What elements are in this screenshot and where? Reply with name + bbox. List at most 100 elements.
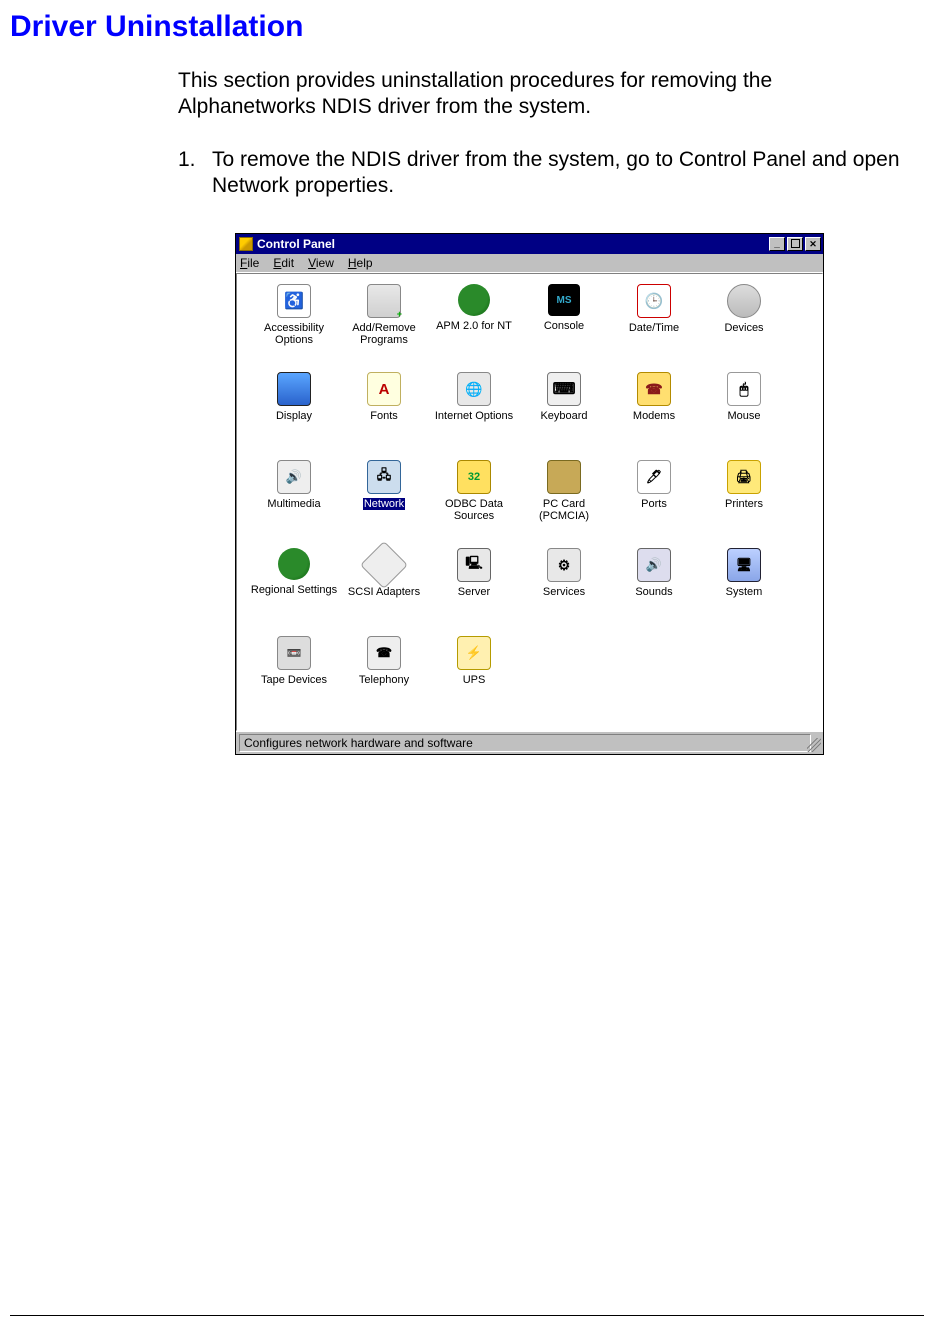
step-1: 1. To remove the NDIS driver from the sy…: [178, 147, 904, 200]
close-button[interactable]: [805, 237, 821, 251]
cp-item-label: Multimedia: [267, 498, 320, 510]
cp-item-services[interactable]: Services: [519, 548, 609, 636]
control-panel-statusbar: Configures network hardware and software: [236, 731, 823, 754]
scsi-adapters-icon: [360, 541, 408, 589]
system-icon: [727, 548, 761, 582]
cp-item-pc-card-pcmcia[interactable]: PC Card (PCMCIA): [519, 460, 609, 548]
minimize-button[interactable]: [769, 237, 785, 251]
keyboard-icon: [547, 372, 581, 406]
date-time-icon: [637, 284, 671, 318]
cp-item-printers[interactable]: Printers: [699, 460, 789, 548]
accessibility-options-icon: [277, 284, 311, 318]
devices-icon: [727, 284, 761, 318]
menu-file[interactable]: File: [240, 256, 259, 270]
cp-item-label: Devices: [724, 322, 763, 334]
cp-item-scsi-adapters[interactable]: SCSI Adapters: [339, 548, 429, 636]
cp-item-label: Tape Devices: [261, 674, 327, 686]
cp-item-label: Add/Remove Programs: [339, 322, 429, 346]
services-icon: [547, 548, 581, 582]
cp-item-label: Fonts: [370, 410, 398, 422]
regional-settings-icon: [278, 548, 310, 580]
menu-help[interactable]: Help: [348, 256, 373, 270]
cp-item-label: Display: [276, 410, 312, 422]
control-panel-menubar[interactable]: File Edit View Help: [236, 254, 823, 273]
mouse-icon: [727, 372, 761, 406]
cp-item-label: PC Card (PCMCIA): [519, 498, 609, 522]
cp-item-label: Network: [363, 498, 405, 510]
cp-item-mouse[interactable]: Mouse: [699, 372, 789, 460]
cp-item-display[interactable]: Display: [249, 372, 339, 460]
cp-item-tape-devices[interactable]: Tape Devices: [249, 636, 339, 724]
display-icon: [277, 372, 311, 406]
sounds-icon: [637, 548, 671, 582]
cp-item-label: Keyboard: [540, 410, 587, 422]
cp-item-label: APM 2.0 for NT: [436, 320, 512, 332]
console-icon: [548, 284, 580, 316]
step-1-number: 1.: [178, 147, 212, 200]
control-panel-sys-icon[interactable]: [239, 237, 253, 251]
telephony-icon: [367, 636, 401, 670]
cp-item-date-time[interactable]: Date/Time: [609, 284, 699, 372]
cp-item-label: Date/Time: [629, 322, 679, 334]
control-panel-body[interactable]: Accessibility OptionsAdd/Remove Programs…: [236, 273, 823, 731]
network-icon: [367, 460, 401, 494]
cp-item-multimedia[interactable]: Multimedia: [249, 460, 339, 548]
cp-item-label: Telephony: [359, 674, 409, 686]
internet-options-icon: [457, 372, 491, 406]
cp-item-label: Console: [544, 320, 584, 332]
menu-edit[interactable]: Edit: [273, 256, 294, 270]
ups-icon: [457, 636, 491, 670]
cp-item-ports[interactable]: Ports: [609, 460, 699, 548]
cp-item-label: Regional Settings: [251, 584, 337, 596]
page-footer-rule: [10, 1315, 924, 1316]
cp-item-network[interactable]: Network: [339, 460, 429, 548]
cp-item-fonts[interactable]: Fonts: [339, 372, 429, 460]
cp-item-label: System: [726, 586, 763, 598]
cp-item-ups[interactable]: UPS: [429, 636, 519, 724]
apm-2-0-for-nt-icon: [458, 284, 490, 316]
cp-item-label: Ports: [641, 498, 667, 510]
add-remove-programs-icon: [367, 284, 401, 318]
control-panel-titlebar[interactable]: Control Panel: [236, 234, 823, 254]
cp-item-sounds[interactable]: Sounds: [609, 548, 699, 636]
cp-item-telephony[interactable]: Telephony: [339, 636, 429, 724]
cp-item-console[interactable]: Console: [519, 284, 609, 372]
multimedia-icon: [277, 460, 311, 494]
cp-item-apm-2-0-for-nt[interactable]: APM 2.0 for NT: [429, 284, 519, 372]
modems-icon: [637, 372, 671, 406]
fonts-icon: [367, 372, 401, 406]
cp-item-regional-settings[interactable]: Regional Settings: [249, 548, 339, 636]
cp-item-internet-options[interactable]: Internet Options: [429, 372, 519, 460]
cp-item-label: Modems: [633, 410, 675, 422]
menu-view[interactable]: View: [308, 256, 334, 270]
page-heading: Driver Uninstallation: [10, 10, 924, 44]
cp-item-odbc-data-sources[interactable]: ODBC Data Sources: [429, 460, 519, 548]
maximize-button[interactable]: [787, 237, 803, 251]
cp-item-label: ODBC Data Sources: [429, 498, 519, 522]
control-panel-window: Control Panel File Edit View Help Accessibi…: [235, 233, 824, 755]
resize-grip-icon[interactable]: [807, 738, 821, 752]
cp-item-add-remove-programs[interactable]: Add/Remove Programs: [339, 284, 429, 372]
cp-item-system[interactable]: System: [699, 548, 789, 636]
intro-text: This section provides uninstallation pro…: [178, 68, 904, 121]
cp-item-label: Server: [458, 586, 490, 598]
step-1-text: To remove the NDIS driver from the syste…: [212, 147, 904, 200]
cp-item-accessibility-options[interactable]: Accessibility Options: [249, 284, 339, 372]
cp-item-server[interactable]: Server: [429, 548, 519, 636]
cp-item-devices[interactable]: Devices: [699, 284, 789, 372]
cp-item-label: Sounds: [635, 586, 672, 598]
cp-item-modems[interactable]: Modems: [609, 372, 699, 460]
cp-item-label: Accessibility Options: [249, 322, 339, 346]
pc-card-pcmcia-icon: [547, 460, 581, 494]
ports-icon: [637, 460, 671, 494]
tape-devices-icon: [277, 636, 311, 670]
cp-item-label: Internet Options: [435, 410, 513, 422]
cp-item-keyboard[interactable]: Keyboard: [519, 372, 609, 460]
printers-icon: [727, 460, 761, 494]
control-panel-title: Control Panel: [257, 237, 769, 251]
statusbar-text: Configures network hardware and software: [239, 734, 811, 752]
odbc-data-sources-icon: [457, 460, 491, 494]
cp-item-label: Services: [543, 586, 585, 598]
cp-item-label: Mouse: [727, 410, 760, 422]
server-icon: [457, 548, 491, 582]
